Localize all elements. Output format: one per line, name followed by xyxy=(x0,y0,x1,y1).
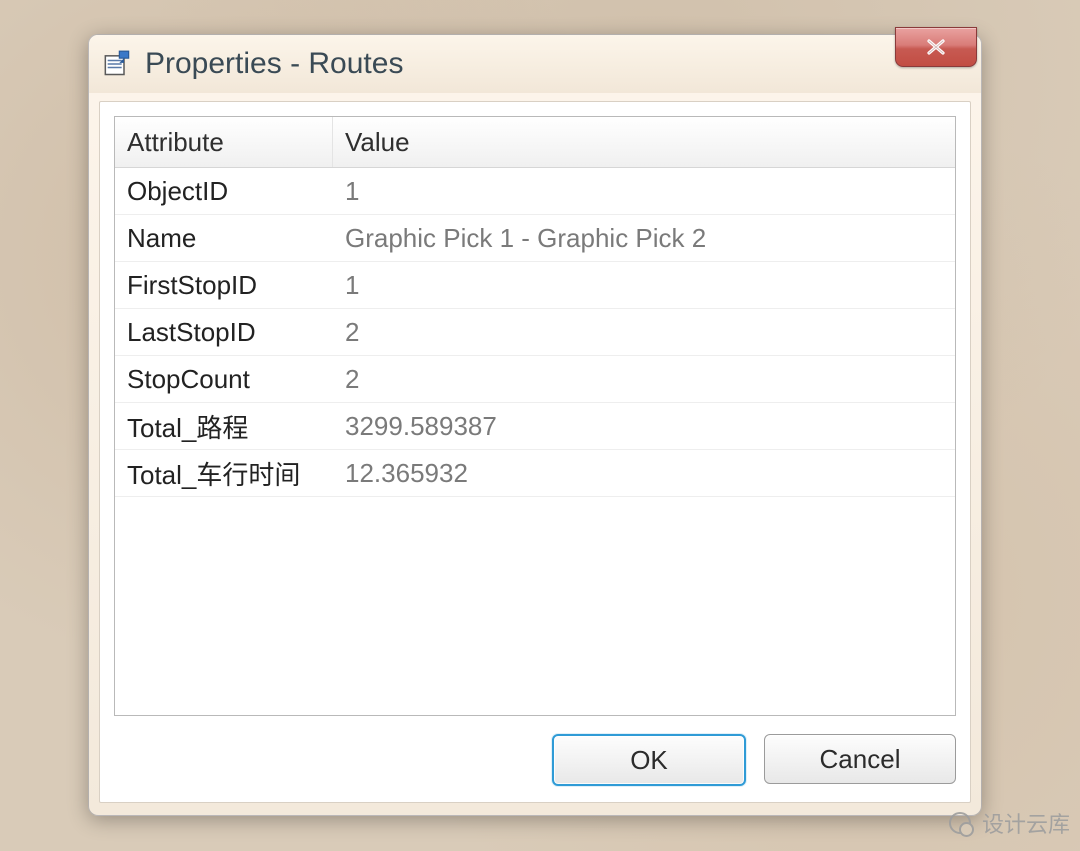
cell-value: 1 xyxy=(333,168,955,214)
cell-value: 12.365932 xyxy=(333,450,955,496)
dialog-buttons: OK Cancel xyxy=(114,716,956,786)
ok-button[interactable]: OK xyxy=(552,734,746,786)
properties-table: Attribute Value ObjectID 1 Name Graphic … xyxy=(114,116,956,716)
header-value[interactable]: Value xyxy=(333,117,955,167)
table-row[interactable]: Name Graphic Pick 1 - Graphic Pick 2 xyxy=(115,215,955,262)
close-button[interactable] xyxy=(895,27,977,67)
cell-attribute: ObjectID xyxy=(115,168,333,214)
cell-value: 1 xyxy=(333,262,955,308)
table-row[interactable]: Total_路程 3299.589387 xyxy=(115,403,955,450)
cell-attribute: StopCount xyxy=(115,356,333,402)
cell-value: 2 xyxy=(333,356,955,402)
table-row[interactable]: ObjectID 1 xyxy=(115,168,955,215)
cell-attribute: Name xyxy=(115,215,333,261)
header-attribute[interactable]: Attribute xyxy=(115,117,333,167)
close-icon xyxy=(923,38,949,56)
cell-attribute: LastStopID xyxy=(115,309,333,355)
cell-value: 2 xyxy=(333,309,955,355)
titlebar[interactable]: Properties - Routes xyxy=(89,35,981,93)
properties-icon xyxy=(103,50,131,78)
cell-attribute: FirstStopID xyxy=(115,262,333,308)
properties-dialog: Properties - Routes Attribute Value Obje… xyxy=(88,34,982,816)
table-row[interactable]: StopCount 2 xyxy=(115,356,955,403)
table-row[interactable]: LastStopID 2 xyxy=(115,309,955,356)
cancel-button[interactable]: Cancel xyxy=(764,734,956,784)
watermark-text: 设计云库 xyxy=(982,807,1070,839)
cell-attribute: Total_路程 xyxy=(115,403,333,449)
table-filler xyxy=(115,497,955,715)
window-title: Properties - Routes xyxy=(145,47,403,81)
table-row[interactable]: Total_车行时间 12.365932 xyxy=(115,450,955,497)
client-area: Attribute Value ObjectID 1 Name Graphic … xyxy=(99,101,971,803)
cell-attribute: Total_车行时间 xyxy=(115,450,333,496)
table-body: ObjectID 1 Name Graphic Pick 1 - Graphic… xyxy=(115,168,955,715)
table-row[interactable]: FirstStopID 1 xyxy=(115,262,955,309)
table-header: Attribute Value xyxy=(115,117,955,168)
cell-value: Graphic Pick 1 - Graphic Pick 2 xyxy=(333,215,955,261)
cell-value: 3299.589387 xyxy=(333,403,955,449)
